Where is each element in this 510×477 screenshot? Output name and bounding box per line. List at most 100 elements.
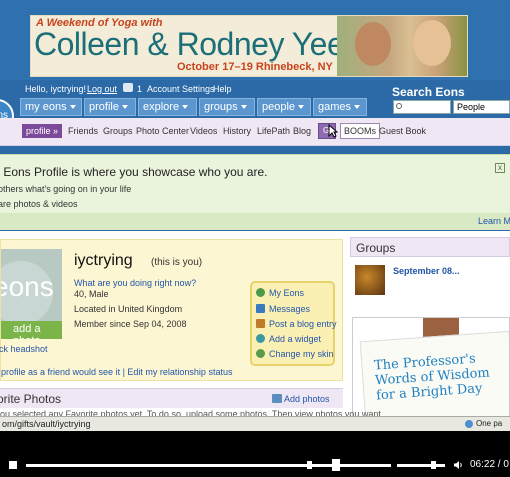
search-scope-select[interactable]: People	[453, 100, 510, 114]
avatar-placeholder-text: eons	[1, 271, 54, 302]
tab-groups[interactable]: groups	[199, 98, 255, 116]
time-display: 06:22 / 0	[470, 459, 509, 470]
tab-label: games	[318, 101, 352, 113]
profile-actions-box: My Eons Messages Post a blog entry Add a…	[250, 281, 337, 366]
tab-my-eons[interactable]: my eons	[20, 98, 82, 116]
tab-label: groups	[204, 101, 238, 113]
search-title: Search Eons	[392, 85, 465, 99]
subnav-item-blog[interactable]: Blog	[293, 126, 311, 136]
speaker-icon[interactable]	[453, 460, 463, 470]
tab-label: profile	[89, 101, 119, 113]
greeting-text: Hello, iyctrying!	[25, 84, 87, 94]
action-label: Add a widget	[269, 334, 322, 344]
groups-column: Groups September 08... The Professor's W…	[350, 237, 510, 431]
intro-title: r Eons Profile is where you showcase who…	[0, 165, 268, 179]
subnav-item-history[interactable]: History	[223, 126, 251, 136]
age-sex-text: 40, Male	[74, 289, 109, 299]
group-thumbnail[interactable]	[355, 265, 385, 295]
stop-button[interactable]	[9, 461, 17, 469]
action-label: Messages	[269, 304, 311, 314]
ad-dates: October 17–19 Rhinebeck, NY	[177, 61, 333, 73]
action-label: My Eons	[269, 288, 305, 298]
video-player: A Weekend of Yoga with Colleen & Rodney …	[0, 0, 510, 477]
favorite-photos-title: orite Photos	[0, 392, 62, 406]
action-change-skin[interactable]: Change my skin	[256, 349, 334, 359]
webpage-frame: A Weekend of Yoga with Colleen & Rodney …	[0, 0, 510, 431]
intro-line-2: are photos & videos	[0, 199, 78, 209]
chevron-down-icon	[69, 105, 76, 109]
subnav-item-booms[interactable]: BOOMs	[340, 123, 381, 139]
status-question-link[interactable]: What are you doing right now?	[74, 278, 196, 288]
timeline-marker[interactable]	[307, 461, 312, 469]
headshot-link[interactable]: ck headshot	[0, 344, 48, 354]
intro-footer-bar	[0, 213, 510, 230]
subnav-item-friends[interactable]: Friends	[68, 126, 98, 136]
location-text: Located in United Kingdom	[74, 304, 183, 314]
account-settings-link[interactable]: Account Settings	[147, 84, 215, 94]
profile-subnav: profile » Friends Groups Photo Center Vi…	[0, 118, 510, 146]
mailbox-icon[interactable]	[123, 83, 133, 92]
ad-text: The Professor's Words of Wisdom for a Br…	[374, 350, 507, 403]
tab-games[interactable]: games	[313, 98, 367, 116]
chevron-down-icon	[121, 105, 128, 109]
favorite-photos-header: orite Photos Add photos	[0, 388, 343, 408]
you-note: (this is you)	[151, 257, 203, 268]
mouse-cursor-icon	[328, 124, 338, 138]
subnav-item-guest-book[interactable]: Guest Book	[379, 126, 426, 136]
widget-icon	[256, 334, 265, 343]
pencil-icon	[256, 319, 265, 328]
learn-more-link[interactable]: Learn Mo	[478, 216, 510, 226]
subnav-label: profile	[26, 126, 51, 136]
status-url: om/gifts/vault/iyctrying	[2, 419, 91, 429]
tab-label: my eons	[25, 101, 67, 113]
help-link[interactable]: Help	[213, 84, 232, 94]
browser-status-bar: om/gifts/vault/iyctrying One pa	[0, 416, 510, 431]
search-icon	[396, 103, 402, 109]
tab-people[interactable]: people	[257, 98, 311, 116]
zone-icon	[465, 420, 473, 428]
logout-link[interactable]: Log out	[87, 84, 117, 94]
subnav-item-lifepath[interactable]: LifePath	[257, 126, 290, 136]
subnav-item-photo-center[interactable]: Photo Center	[136, 126, 189, 136]
chevron-down-icon	[298, 105, 305, 109]
subnav-item-videos[interactable]: Videos	[190, 126, 217, 136]
close-icon[interactable]: x	[495, 163, 505, 173]
chevron-down-icon	[354, 105, 361, 109]
ad-photo	[337, 16, 467, 76]
yoga-ad-banner[interactable]: A Weekend of Yoga with Colleen & Rodney …	[30, 15, 468, 77]
member-since-text: Member since Sep 04, 2008	[74, 319, 187, 329]
profile-username: iyctrying	[74, 252, 133, 269]
envelope-icon	[256, 304, 265, 313]
action-label: Change my skin	[269, 349, 334, 359]
search-scope-value: People	[457, 102, 486, 112]
tab-label: people	[262, 101, 296, 113]
ad-face-man	[355, 22, 391, 66]
groups-title: Groups	[356, 241, 396, 255]
status-zone-text: One pa	[476, 419, 503, 428]
avatar[interactable]: eons add a photo	[1, 249, 62, 339]
view-as-friend-links[interactable]: profile as a friend would see it | Edit …	[1, 367, 232, 377]
subnav-item-groups[interactable]: Groups	[103, 126, 133, 136]
tab-profile[interactable]: profile	[84, 98, 136, 116]
ad-headline: Colleen & Rodney Yee	[34, 26, 345, 62]
volume-knob[interactable]	[431, 461, 436, 469]
camera-icon	[272, 394, 282, 403]
palette-icon	[256, 349, 265, 358]
tab-explore[interactable]: explore	[138, 98, 197, 116]
action-messages[interactable]: Messages	[256, 304, 310, 314]
add-photos-link[interactable]: Add photos	[284, 394, 330, 404]
subnav-item-profile[interactable]: profile »	[22, 124, 63, 138]
groups-header: Groups	[350, 237, 510, 257]
action-my-eons[interactable]: My Eons	[256, 288, 304, 298]
group-name-link[interactable]: September 08...	[393, 266, 460, 276]
intro-box: r Eons Profile is where you showcase who…	[0, 154, 510, 230]
chevron-down-icon	[240, 105, 247, 109]
action-post-blog[interactable]: Post a blog entry	[256, 319, 337, 329]
add-photo-button[interactable]: add a photo	[1, 321, 62, 339]
intro-line-1: others what's going on in your life	[0, 184, 132, 194]
action-label: Post a blog entry	[269, 319, 337, 329]
timeline-playhead[interactable]	[332, 459, 341, 471]
banner-area: A Weekend of Yoga with Colleen & Rodney …	[0, 0, 510, 80]
action-add-widget[interactable]: Add a widget	[256, 334, 321, 344]
volume-slider[interactable]	[397, 464, 445, 467]
